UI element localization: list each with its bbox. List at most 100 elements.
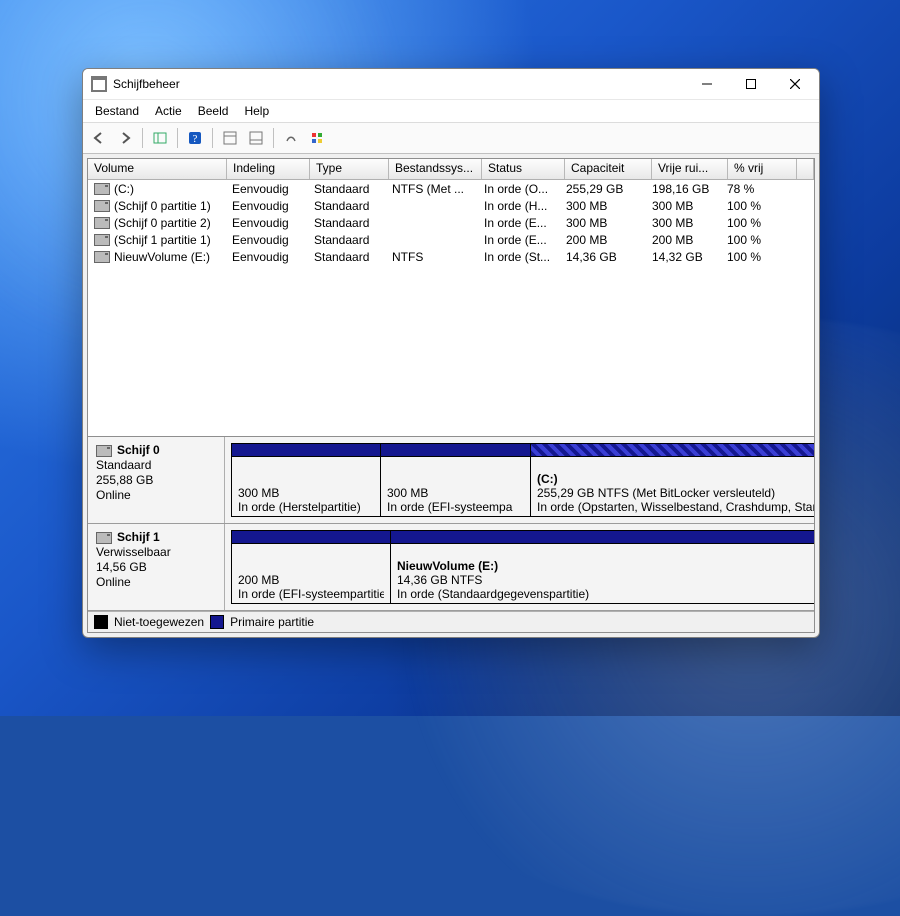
cell-capacity: 300 MB [560, 216, 646, 230]
volume-row[interactable]: (Schijf 0 partitie 1)EenvoudigStandaardI… [88, 197, 814, 214]
window-controls [685, 69, 817, 99]
drive-icon [94, 183, 110, 195]
drive-icon [94, 200, 110, 212]
col-capacity[interactable]: Capaciteit [565, 159, 652, 179]
disk-info[interactable]: Schijf 1Verwisselbaar14,56 GBOnline [88, 524, 225, 610]
col-filesystem[interactable]: Bestandssys... [389, 159, 482, 179]
partition-size: 200 MB [238, 573, 384, 587]
view-bottom-button[interactable] [244, 126, 268, 150]
col-free[interactable]: Vrije rui... [652, 159, 728, 179]
menu-view[interactable]: Beeld [190, 102, 237, 120]
svg-text:?: ? [193, 133, 198, 145]
cell-volume: (C:) [88, 182, 226, 196]
cell-free: 198,16 GB [646, 182, 721, 196]
disk-size: 14,56 GB [96, 560, 216, 575]
partition-title: (C:) [537, 472, 815, 486]
partition[interactable]: 300 MBIn orde (EFI-systeempa [381, 443, 531, 517]
content-area: Volume Indeling Type Bestandssys... Stat… [87, 158, 815, 633]
partition[interactable]: 200 MBIn orde (EFI-systeempartitie) [231, 530, 391, 604]
volume-name: NieuwVolume (E:) [114, 250, 210, 264]
partition-size: 300 MB [387, 486, 524, 500]
cell-pct: 100 % [721, 250, 789, 264]
cell-volume: (Schijf 0 partitie 2) [88, 216, 226, 230]
legend-swatch-primary [210, 615, 224, 629]
partition[interactable]: (C:)255,29 GB NTFS (Met BitLocker versle… [531, 443, 815, 517]
cell-pct: 100 % [721, 233, 789, 247]
cell-volume: (Schijf 0 partitie 1) [88, 199, 226, 213]
volume-name: (Schijf 0 partitie 1) [114, 199, 211, 213]
disk-panel: Schijf 1Verwisselbaar14,56 GBOnline200 M… [88, 524, 815, 611]
cell-status: In orde (E... [478, 233, 560, 247]
cell-type: Standaard [308, 182, 386, 196]
window-title: Schijfbeheer [113, 77, 685, 91]
disk-name: Schijf 0 [117, 443, 160, 458]
cell-fs: NTFS (Met ... [386, 182, 478, 196]
partition-status: In orde (Opstarten, Wisselbestand, Crash… [537, 500, 815, 514]
disk-panel: Schijf 0Standaard255,88 GBOnline300 MBIn… [88, 437, 815, 524]
partition-color-bar [391, 531, 815, 544]
menu-help[interactable]: Help [236, 102, 277, 120]
titlebar[interactable]: Schijfbeheer [83, 69, 819, 100]
volume-row[interactable]: (Schijf 0 partitie 2)EenvoudigStandaardI… [88, 214, 814, 231]
settings-button[interactable] [279, 126, 303, 150]
cell-free: 300 MB [646, 216, 721, 230]
volume-name: (Schijf 1 partitie 1) [114, 233, 211, 247]
volume-row[interactable]: (Schijf 1 partitie 1)EenvoudigStandaardI… [88, 231, 814, 248]
disk-state: Online [96, 575, 216, 590]
disk-info[interactable]: Schijf 0Standaard255,88 GBOnline [88, 437, 225, 523]
show-hide-button[interactable] [148, 126, 172, 150]
col-layout[interactable]: Indeling [227, 159, 310, 179]
cell-layout: Eenvoudig [226, 250, 308, 264]
col-type[interactable]: Type [310, 159, 389, 179]
view-top-button[interactable] [218, 126, 242, 150]
col-status[interactable]: Status [482, 159, 565, 179]
partition-color-bar [232, 444, 380, 457]
partition[interactable]: NieuwVolume (E:)14,36 GB NTFSIn orde (St… [391, 530, 815, 604]
help-button[interactable]: ? [183, 126, 207, 150]
volume-list[interactable]: (C:)EenvoudigStandaardNTFS (Met ...In or… [88, 180, 814, 265]
partition[interactable]: 300 MBIn orde (Herstelpartitie) [231, 443, 381, 517]
cell-volume: NieuwVolume (E:) [88, 250, 226, 264]
minimize-button[interactable] [685, 69, 729, 99]
partition-body: 300 MBIn orde (EFI-systeempa [381, 457, 530, 516]
cell-type: Standaard [308, 233, 386, 247]
partition-size: 14,36 GB NTFS [397, 573, 815, 587]
cell-type: Standaard [308, 216, 386, 230]
disk-icon [96, 532, 112, 544]
menubar: Bestand Actie Beeld Help [83, 100, 819, 123]
volume-row[interactable]: NieuwVolume (E:) EenvoudigStandaardNTFSIn… [88, 248, 814, 265]
cell-type: Standaard [308, 250, 386, 264]
cell-capacity: 255,29 GB [560, 182, 646, 196]
cell-capacity: 14,36 GB [560, 250, 646, 264]
volume-name: (Schijf 0 partitie 2) [114, 216, 211, 230]
partition-status: In orde (Standaardgegevenspartitie) [397, 587, 815, 601]
partition-status: In orde (EFI-systeempa [387, 500, 524, 514]
legend-swatch-unallocated [94, 615, 108, 629]
partition-color-bar [531, 444, 815, 457]
volume-row[interactable]: (C:)EenvoudigStandaardNTFS (Met ...In or… [88, 180, 814, 197]
legend-unallocated-label: Niet-toegewezen [114, 615, 204, 629]
disk-graph-area: Schijf 0Standaard255,88 GBOnline300 MBIn… [88, 436, 814, 611]
refresh-colors-button[interactable] [305, 126, 329, 150]
partition-size: 300 MB [238, 486, 374, 500]
cell-status: In orde (H... [478, 199, 560, 213]
disk-size: 255,88 GB [96, 473, 216, 488]
cell-fs: NTFS [386, 250, 478, 264]
close-button[interactable] [773, 69, 817, 99]
maximize-button[interactable] [729, 69, 773, 99]
toolbar: ? [83, 123, 819, 154]
col-pct[interactable]: % vrij [728, 159, 797, 179]
back-button[interactable] [87, 126, 111, 150]
cell-free: 200 MB [646, 233, 721, 247]
drive-icon [94, 234, 110, 246]
partition-title: NieuwVolume (E:) [397, 559, 815, 573]
forward-button[interactable] [113, 126, 137, 150]
col-volume[interactable]: Volume [88, 159, 227, 179]
menu-file[interactable]: Bestand [87, 102, 147, 120]
disk-panels: Schijf 0Standaard255,88 GBOnline300 MBIn… [88, 437, 815, 611]
cell-status: In orde (St... [478, 250, 560, 264]
menu-action[interactable]: Actie [147, 102, 190, 120]
partition-color-bar [232, 531, 390, 544]
col-spacer [797, 159, 814, 179]
cell-free: 300 MB [646, 199, 721, 213]
